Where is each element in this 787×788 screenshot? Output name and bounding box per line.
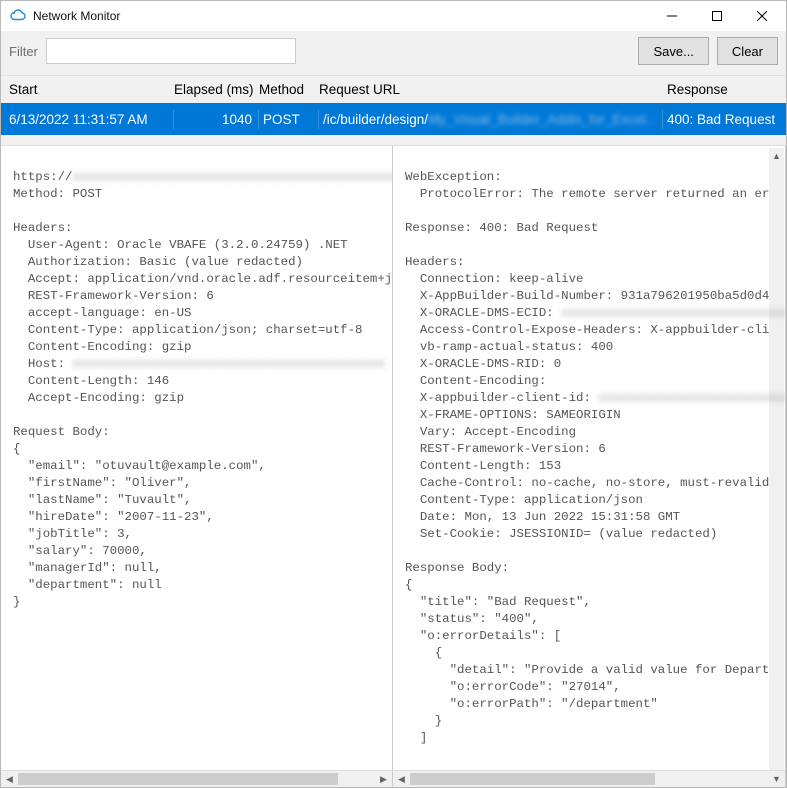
header-elapsed[interactable]: Elapsed (ms) bbox=[174, 82, 259, 97]
minimize-button[interactable] bbox=[649, 2, 694, 30]
cell-url: /ic/builder/design/My_Visual_Builder_Add… bbox=[319, 110, 663, 129]
window-title: Network Monitor bbox=[33, 9, 649, 23]
cell-method: POST bbox=[259, 110, 319, 129]
cell-start: 6/13/2022 11:31:57 AM bbox=[9, 110, 174, 129]
details-splitter: https://xxxxxxxxxxxxxxxxxxxxxxxxxxxxxxxx… bbox=[1, 145, 786, 787]
header-response[interactable]: Response bbox=[663, 82, 778, 97]
clear-button[interactable]: Clear bbox=[717, 37, 778, 65]
response-hscrollbar[interactable]: ◀ ▶ bbox=[393, 770, 785, 787]
table-row[interactable]: 6/13/2022 11:31:57 AM 1040 POST /ic/buil… bbox=[1, 103, 786, 135]
request-pane: https://xxxxxxxxxxxxxxxxxxxxxxxxxxxxxxxx… bbox=[1, 146, 393, 787]
titlebar: Network Monitor bbox=[1, 1, 786, 31]
header-start[interactable]: Start bbox=[9, 82, 174, 97]
response-text[interactable]: WebException: ProtocolError: The remote … bbox=[393, 146, 785, 770]
save-button[interactable]: Save... bbox=[638, 37, 708, 65]
cell-elapsed: 1040 bbox=[174, 110, 259, 129]
app-icon bbox=[9, 7, 27, 25]
cell-response: 400: Bad Request bbox=[663, 110, 778, 129]
scroll-right-icon[interactable]: ▶ bbox=[375, 771, 392, 787]
scroll-up-icon[interactable]: ▲ bbox=[769, 148, 784, 163]
response-vscrollbar[interactable] bbox=[769, 163, 784, 770]
scroll-left-icon[interactable]: ◀ bbox=[1, 771, 18, 787]
maximize-button[interactable] bbox=[694, 2, 739, 30]
request-hscrollbar[interactable]: ◀ ▶ bbox=[1, 770, 392, 787]
filter-input[interactable] bbox=[46, 38, 296, 64]
close-button[interactable] bbox=[739, 2, 784, 30]
header-url[interactable]: Request URL bbox=[319, 82, 663, 97]
request-text[interactable]: https://xxxxxxxxxxxxxxxxxxxxxxxxxxxxxxxx… bbox=[1, 146, 392, 770]
filter-label: Filter bbox=[9, 44, 38, 59]
header-method[interactable]: Method bbox=[259, 82, 319, 97]
toolbar: Filter Save... Clear bbox=[1, 31, 786, 76]
scroll-left-icon[interactable]: ◀ bbox=[393, 771, 410, 787]
scroll-down-icon[interactable]: ▼ bbox=[769, 771, 784, 786]
response-pane: ▲ ▼ WebException: ProtocolError: The rem… bbox=[393, 146, 786, 787]
table-header-row: Start Elapsed (ms) Method Request URL Re… bbox=[1, 76, 786, 103]
